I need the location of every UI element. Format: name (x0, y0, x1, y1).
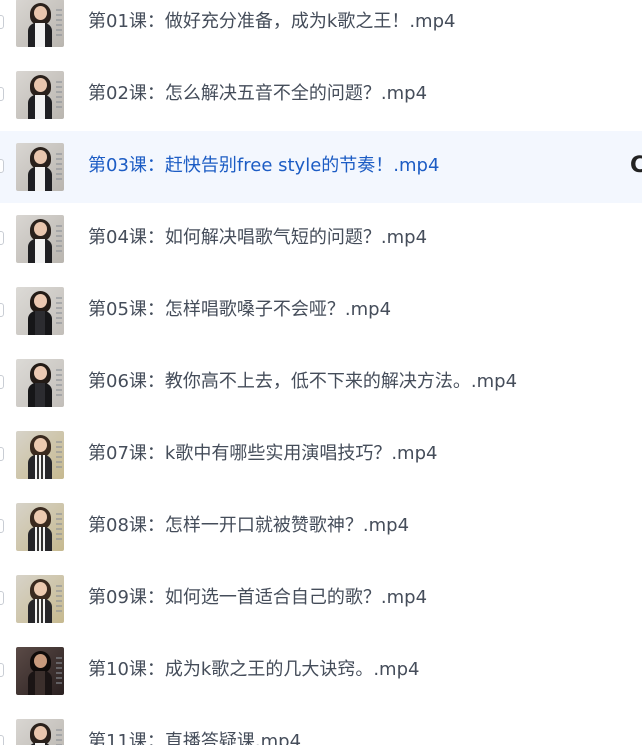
file-list: 第01课：做好充分准备，成为k歌之王！.mp4 第02课：怎么解决五音不全的问题？… (0, 0, 642, 745)
video-thumbnail[interactable] (16, 71, 64, 119)
file-name[interactable]: 第07课：k歌中有哪些实用演唱技巧？.mp4 (88, 442, 437, 466)
row-checkbox[interactable] (0, 87, 4, 101)
copy-icon[interactable]: C (630, 153, 642, 179)
video-thumbnail[interactable] (16, 575, 64, 623)
video-thumbnail[interactable] (16, 503, 64, 551)
file-row[interactable]: 第05课：怎样唱歌嗓子不会哑？.mp4 (0, 275, 642, 347)
video-thumbnail[interactable] (16, 719, 64, 745)
video-thumbnail[interactable] (16, 431, 64, 479)
row-checkbox[interactable] (0, 591, 4, 605)
video-thumbnail[interactable] (16, 143, 64, 191)
file-row[interactable]: 第08课：怎样一开口就被赞歌神？.mp4 (0, 491, 642, 563)
row-checkbox[interactable] (0, 375, 4, 389)
video-thumbnail[interactable] (16, 215, 64, 263)
file-row[interactable]: 第07课：k歌中有哪些实用演唱技巧？.mp4 (0, 419, 642, 491)
row-checkbox[interactable] (0, 303, 4, 317)
file-name[interactable]: 第01课：做好充分准备，成为k歌之王！.mp4 (88, 10, 455, 34)
file-row[interactable]: 第10课：成为k歌之王的几大诀窍。.mp4 (0, 635, 642, 707)
video-thumbnail[interactable] (16, 287, 64, 335)
file-row[interactable]: 第09课：如何选一首适合自己的歌？.mp4 (0, 563, 642, 635)
file-name[interactable]: 第02课：怎么解决五音不全的问题？.mp4 (88, 82, 427, 106)
file-name[interactable]: 第10课：成为k歌之王的几大诀窍。.mp4 (88, 658, 419, 682)
file-row[interactable]: 第02课：怎么解决五音不全的问题？.mp4 (0, 59, 642, 131)
file-name[interactable]: 第06课：教你高不上去，低不下来的解决方法。.mp4 (88, 370, 517, 394)
video-thumbnail[interactable] (16, 359, 64, 407)
file-name[interactable]: 第04课：如何解决唱歌气短的问题？.mp4 (88, 226, 427, 250)
file-row[interactable]: 第01课：做好充分准备，成为k歌之王！.mp4 (0, 0, 642, 59)
row-checkbox[interactable] (0, 447, 4, 461)
file-name[interactable]: 第03课：赶快告别free style的节奏！.mp4 (88, 154, 439, 178)
file-row[interactable]: 第11课：直播答疑课.mp4 (0, 707, 642, 745)
row-checkbox[interactable] (0, 735, 4, 745)
file-row[interactable]: 第04课：如何解决唱歌气短的问题？.mp4 (0, 203, 642, 275)
row-checkbox[interactable] (0, 159, 4, 173)
video-thumbnail[interactable] (16, 0, 64, 47)
file-row[interactable]: 第06课：教你高不上去，低不下来的解决方法。.mp4 (0, 347, 642, 419)
file-name[interactable]: 第09课：如何选一首适合自己的歌？.mp4 (88, 586, 427, 610)
row-checkbox[interactable] (0, 15, 4, 29)
file-name[interactable]: 第11课：直播答疑课.mp4 (88, 730, 301, 745)
row-checkbox[interactable] (0, 231, 4, 245)
file-row[interactable]: 第03课：赶快告别free style的节奏！.mp4 C (0, 131, 642, 203)
row-checkbox[interactable] (0, 663, 4, 677)
file-name[interactable]: 第05课：怎样唱歌嗓子不会哑？.mp4 (88, 298, 391, 322)
row-checkbox[interactable] (0, 519, 4, 533)
video-thumbnail[interactable] (16, 647, 64, 695)
file-name[interactable]: 第08课：怎样一开口就被赞歌神？.mp4 (88, 514, 409, 538)
